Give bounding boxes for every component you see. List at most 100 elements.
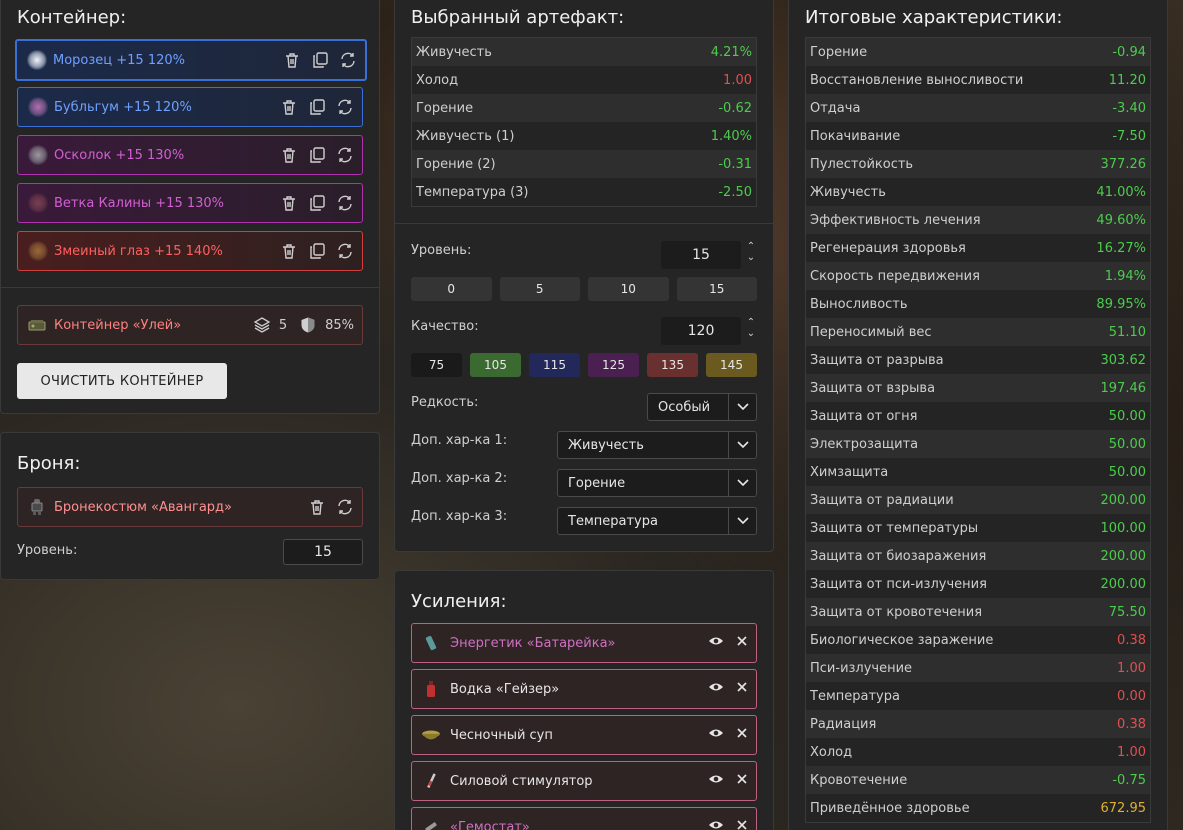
swap-icon[interactable] xyxy=(336,498,354,516)
close-icon[interactable] xyxy=(736,819,748,830)
chevron-down-icon xyxy=(728,432,756,458)
stat-name: Биологическое заражение xyxy=(810,632,994,648)
boost-item[interactable]: Чесночный суп xyxy=(411,715,757,755)
stat-value: 1.94% xyxy=(1104,268,1146,284)
close-icon[interactable] xyxy=(736,727,748,743)
divider xyxy=(1,287,379,288)
stat-row: Холод 1.00 xyxy=(806,738,1150,766)
level-preset-chip[interactable]: 5 xyxy=(499,277,580,301)
eye-icon[interactable] xyxy=(708,727,724,743)
level-input[interactable]: 15 xyxy=(661,241,741,269)
boost-item[interactable]: Энергетик «Батарейка» xyxy=(411,623,757,663)
close-icon[interactable] xyxy=(736,681,748,697)
quality-preset-chip[interactable]: 135 xyxy=(647,353,698,377)
swap-icon[interactable] xyxy=(336,98,354,116)
stat-value: 41.00% xyxy=(1096,184,1146,200)
stat-row: Переносимый вес 51.10 xyxy=(806,318,1150,346)
eye-icon[interactable] xyxy=(708,635,724,651)
chevron-down-icon[interactable]: ⌄ xyxy=(745,328,757,339)
quality-preset-chip[interactable]: 125 xyxy=(588,353,639,377)
clear-container-button[interactable]: ОЧИСТИТЬ КОНТЕЙНЕР xyxy=(17,363,227,399)
copy-icon[interactable] xyxy=(308,146,326,164)
stat-value: 1.00 xyxy=(723,72,752,88)
artifact-item[interactable]: Бубльгум +15 120% xyxy=(17,87,363,127)
stat-value: -0.94 xyxy=(1112,44,1146,60)
chevron-down-icon xyxy=(728,508,756,534)
eye-icon[interactable] xyxy=(708,819,724,830)
boost-item[interactable]: Силовой стимулятор xyxy=(411,761,757,801)
trash-icon[interactable] xyxy=(280,98,298,116)
quality-input[interactable]: 120 xyxy=(661,317,741,345)
stat-row: Горение -0.94 xyxy=(806,38,1150,66)
stat-value: 1.40% xyxy=(710,128,752,144)
artifact-item[interactable]: Морозец +15 120% xyxy=(15,39,367,81)
level-preset-chip[interactable]: 10 xyxy=(588,277,669,301)
quality-preset-chip[interactable]: 115 xyxy=(529,353,580,377)
trash-icon[interactable] xyxy=(283,51,301,69)
armor-level-input[interactable]: 15 xyxy=(283,539,363,565)
artifact-item[interactable]: Змеиный глаз +15 140% xyxy=(17,231,363,271)
extra2-select[interactable]: Горение xyxy=(557,469,757,497)
level-stepper[interactable]: ⌃ ⌄ xyxy=(745,241,757,263)
close-icon[interactable] xyxy=(736,773,748,789)
quality-preset-chip[interactable]: 145 xyxy=(706,353,757,377)
trash-icon[interactable] xyxy=(280,146,298,164)
copy-icon[interactable] xyxy=(308,242,326,260)
stat-row: Защита от радиации 200.00 xyxy=(806,486,1150,514)
stat-name: Холод xyxy=(416,72,459,88)
stat-name: Живучесть (1) xyxy=(416,128,515,144)
stat-row: Температура (3) -2.50 xyxy=(412,178,756,206)
eye-icon[interactable] xyxy=(708,681,724,697)
quality-stepper[interactable]: ⌃ ⌄ xyxy=(745,317,757,339)
swap-icon[interactable] xyxy=(336,194,354,212)
copy-icon[interactable] xyxy=(311,51,329,69)
totals-panel: Итоговые характеристики: Горение -0.94 Вос… xyxy=(788,0,1168,830)
white-orb-icon xyxy=(27,50,47,70)
eye-icon[interactable] xyxy=(708,773,724,789)
chevron-up-icon[interactable]: ⌃ xyxy=(745,241,757,252)
stat-value: -0.62 xyxy=(718,100,752,116)
level-preset-chip[interactable]: 0 xyxy=(411,277,492,301)
chevron-up-icon[interactable]: ⌃ xyxy=(745,317,757,328)
stat-value: 200.00 xyxy=(1100,492,1147,508)
close-icon[interactable] xyxy=(736,635,748,651)
stat-value: 50.00 xyxy=(1108,464,1146,480)
swap-icon[interactable] xyxy=(336,146,354,164)
extra1-select[interactable]: Живучесть xyxy=(557,431,757,459)
chevron-down-icon xyxy=(728,470,756,496)
stat-row: Кровотечение -0.75 xyxy=(806,766,1150,794)
copy-icon[interactable] xyxy=(308,194,326,212)
trash-icon[interactable] xyxy=(280,194,298,212)
chevron-down-icon[interactable]: ⌄ xyxy=(745,252,757,263)
stat-name: Защита от температуры xyxy=(810,520,979,536)
trash-icon[interactable] xyxy=(280,242,298,260)
stat-row: Химзащита 50.00 xyxy=(806,458,1150,486)
stat-value: 50.00 xyxy=(1108,408,1146,424)
swap-icon[interactable] xyxy=(336,242,354,260)
quality-preset-chip[interactable]: 105 xyxy=(470,353,521,377)
stat-name: Химзащита xyxy=(810,464,889,480)
artifact-item[interactable]: Ветка Калины +15 130% xyxy=(17,183,363,223)
container-item[interactable]: Контейнер «Улей» 5 85% xyxy=(17,305,363,345)
armor-item[interactable]: Бронекостюм «Авангард» xyxy=(17,487,363,527)
rarity-value: Особый xyxy=(658,399,711,415)
artifact-item[interactable]: Осколок +15 130% xyxy=(17,135,363,175)
container-protection: 85% xyxy=(325,317,354,333)
extra3-select[interactable]: Температура xyxy=(557,507,757,535)
copy-icon[interactable] xyxy=(308,98,326,116)
boost-item[interactable]: «Гемостат» xyxy=(411,807,757,830)
artifact-label: Змеиный глаз +15 140% xyxy=(54,243,223,259)
stat-row: Горение -0.62 xyxy=(412,94,756,122)
extra1-value: Живучесть xyxy=(568,437,644,453)
boost-item[interactable]: Водка «Гейзер» xyxy=(411,669,757,709)
quality-preset-chip[interactable]: 75 xyxy=(411,353,462,377)
rarity-select[interactable]: Особый xyxy=(647,393,757,421)
stat-value: 49.60% xyxy=(1096,212,1146,228)
stat-row: Защита от температуры 100.00 xyxy=(806,514,1150,542)
stat-name: Скорость передвижения xyxy=(810,268,980,284)
level-preset-chip[interactable]: 15 xyxy=(676,277,757,301)
stat-value: 197.46 xyxy=(1100,380,1147,396)
swap-icon[interactable] xyxy=(339,51,357,69)
stat-value: 89.95% xyxy=(1096,296,1146,312)
trash-icon[interactable] xyxy=(308,498,326,516)
